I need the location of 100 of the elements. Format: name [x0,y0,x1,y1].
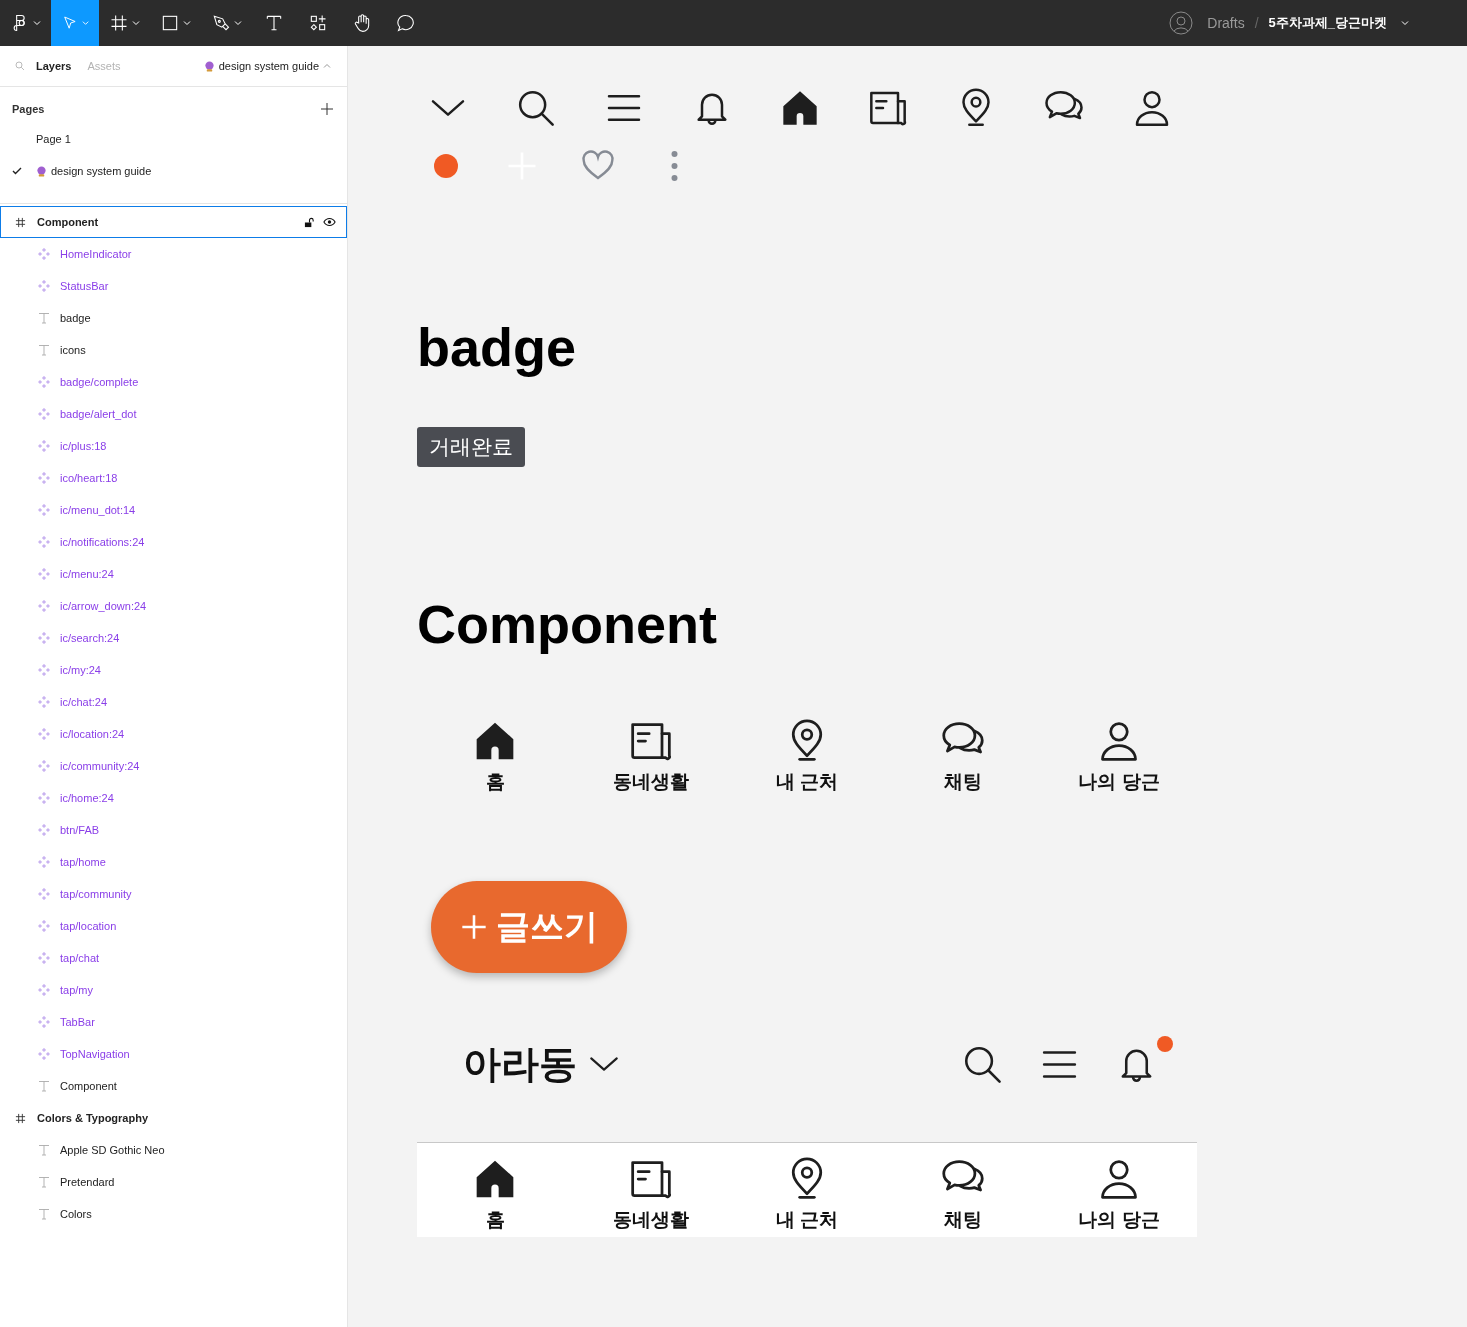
layer-row[interactable]: badge/complete [0,366,347,398]
search-icon [516,88,556,128]
layer-row[interactable]: ic/plus:18 [0,430,347,462]
layer-row[interactable]: TabBar [0,1006,347,1038]
component-icon [38,760,50,772]
layer-row[interactable]: ic/chat:24 [0,686,347,718]
add-icon[interactable] [321,103,333,115]
tab-item[interactable]: 나의 당근 [1041,1156,1197,1233]
layer-name: ic/menu_dot:14 [60,504,136,516]
layer-row[interactable]: badge [0,302,347,334]
layer-row[interactable]: ic/arrow_down:24 [0,590,347,622]
page-item[interactable]: Page 1 [0,123,347,155]
layer-row[interactable]: tap/chat [0,942,347,974]
tab-item[interactable]: 홈 [417,1156,573,1233]
text-icon [38,344,50,356]
plus-icon [460,912,488,941]
layer-name: ic/home:24 [60,792,114,804]
layer-name: ic/my:24 [60,664,101,676]
layer-row[interactable]: tap/home [0,846,347,878]
layer-row[interactable]: ic/location:24 [0,718,347,750]
layer-name: tap/location [60,920,117,932]
layer-row[interactable]: ic/notifications:24 [0,526,347,558]
layer-row[interactable]: Colors [0,1198,347,1230]
component-icon [38,824,50,836]
layer-name: TopNavigation [60,1048,130,1060]
layer-row[interactable]: tap/community [0,878,347,910]
layer-name: Apple SD Gothic Neo [60,1144,165,1156]
tab-item[interactable]: 채팅 [885,718,1041,795]
component-icon [38,696,50,708]
tab-item[interactable]: 홈 [417,718,573,795]
tab-item[interactable]: 동네생활 [573,1156,729,1233]
layer-name: tap/community [60,888,132,900]
layer-row[interactable]: Apple SD Gothic Neo [0,1134,347,1166]
layer-name: HomeIndicator [60,248,132,260]
layer-name: Pretendard [60,1176,115,1188]
component-icon [38,632,50,644]
tab-item[interactable]: 동네생활 [573,718,729,795]
component-icon [38,248,50,260]
layer-row[interactable]: ic/menu:24 [0,558,347,590]
layer-name: ico/heart:18 [60,472,118,484]
layer-row[interactable]: HomeIndicator [0,238,347,270]
tab-item[interactable]: 내 근처 [729,1156,885,1233]
section-title: Component [417,595,718,655]
shape-icon [160,13,180,33]
component-icon [38,888,50,900]
layer-row[interactable]: ico/heart:18 [0,462,347,494]
unlock-icon[interactable] [304,216,315,228]
tab-item[interactable]: 내 근처 [729,718,885,795]
folder-link[interactable]: Drafts [1207,15,1245,31]
layer-name: tap/my [60,984,93,996]
layer-row[interactable]: ic/menu_dot:14 [0,494,347,526]
layer-row[interactable]: icons [0,334,347,366]
text-icon [38,312,50,324]
layer-name: ic/search:24 [60,632,120,644]
hand-icon [352,13,372,33]
component-icon [38,472,50,484]
avatar-icon[interactable] [1169,11,1194,35]
layer-name: badge/complete [60,376,139,388]
component-icon [38,792,50,804]
layer-name: tap/home [60,856,106,868]
component-icon [38,1048,50,1060]
layer-name: ic/chat:24 [60,696,108,708]
layer-row[interactable]: tap/location [0,910,347,942]
layer-name: ic/notifications:24 [60,536,145,548]
layer-name: Colors [60,1208,92,1220]
eye-icon[interactable] [323,217,336,227]
panel-tab[interactable]: Layers [36,60,72,72]
layer-name: ic/community:24 [60,760,140,772]
layer-row[interactable]: StatusBar [0,270,347,302]
layer-row[interactable]: Component [0,206,347,238]
layer-row[interactable]: ic/home:24 [0,782,347,814]
page-item[interactable]: design system guide [0,155,347,187]
layer-name: badge/alert_dot [60,408,137,420]
layer-row[interactable]: badge/alert_dot [0,398,347,430]
layer-name: ic/menu:24 [60,568,114,580]
component-icon [38,1016,50,1028]
layer-row[interactable]: btn/FAB [0,814,347,846]
write-fab-button[interactable]: 글쓰기 [431,880,627,973]
layer-row[interactable]: ic/community:24 [0,750,347,782]
layer-row[interactable]: ic/search:24 [0,622,347,654]
tab-item[interactable]: 나의 당근 [1041,718,1197,795]
resources-icon [308,13,328,33]
layer-row[interactable]: ic/my:24 [0,654,347,686]
file-name[interactable]: 5주차과제_당근마켓 [1268,14,1387,32]
tab-item[interactable]: 채팅 [885,1156,1041,1233]
text-icon [38,1208,50,1220]
layer-row[interactable]: Colors & Typography [0,1102,347,1134]
layer-row[interactable]: tap/my [0,974,347,1006]
pen-icon [211,13,231,33]
component-icon [38,856,50,868]
layer-name: ic/arrow_down:24 [60,600,147,612]
layer-row[interactable]: Pretendard [0,1166,347,1198]
text-icon [264,13,284,33]
location-selector[interactable]: 아라동 [463,1038,621,1090]
component-icon [38,952,50,964]
page-switcher[interactable]: design system guide [218,60,319,72]
layer-row[interactable]: Component [0,1070,347,1102]
component-icon [38,600,50,612]
layer-row[interactable]: TopNavigation [0,1038,347,1070]
component-icon [38,280,50,292]
